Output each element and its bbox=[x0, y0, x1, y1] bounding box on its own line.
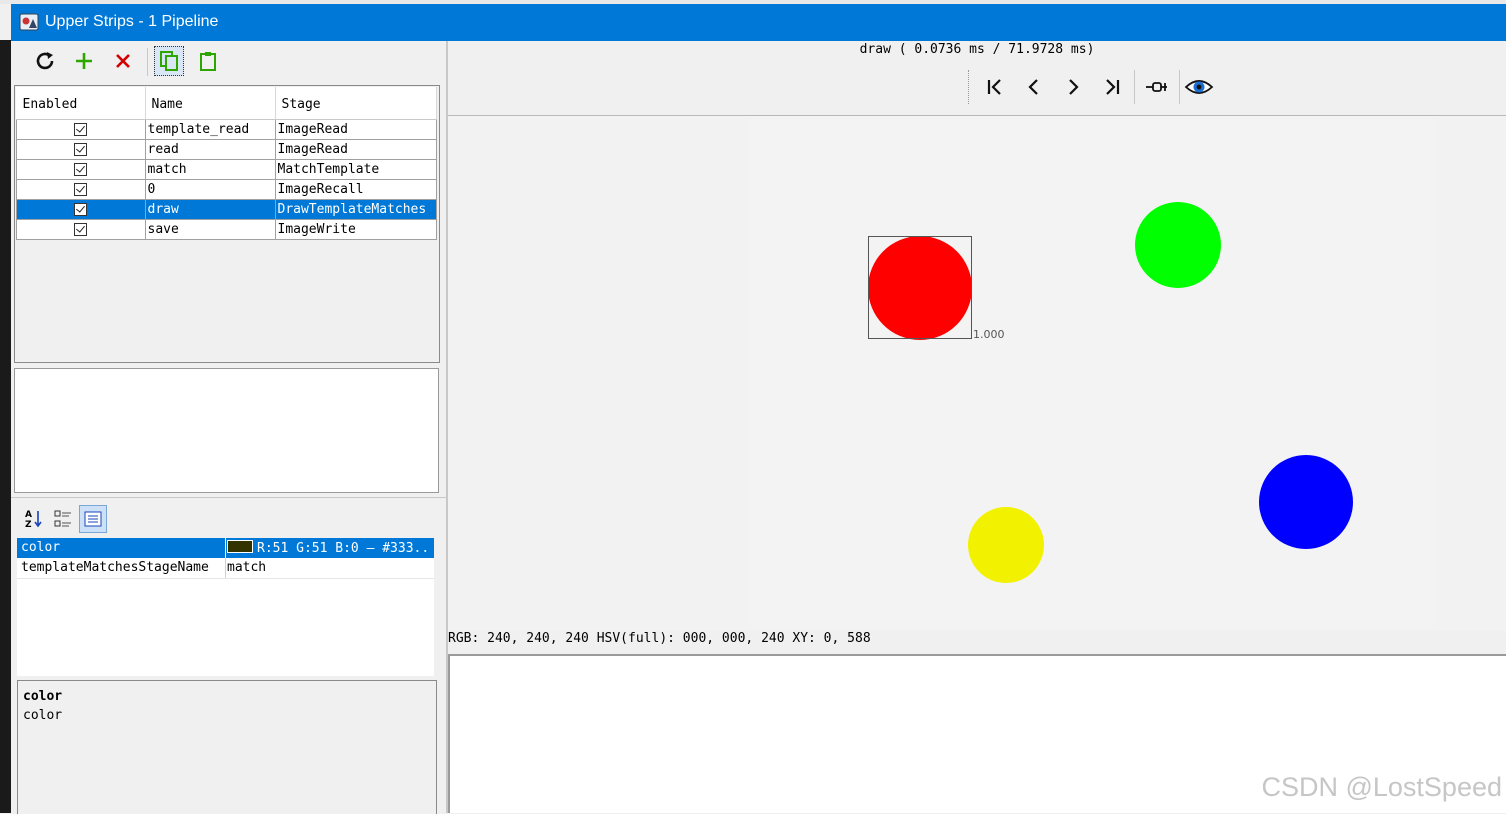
pipeline-row[interactable]: save ImageWrite bbox=[16, 219, 437, 240]
property-key: templateMatchesStageName bbox=[21, 560, 209, 575]
sort-alphabetical-icon[interactable]: A Z bbox=[19, 505, 47, 533]
pipeline-table: Enabled Name Stage template_read ImageRea… bbox=[14, 85, 440, 363]
property-row-color[interactable]: color R:51 G:51 B:0 – #333.. bbox=[17, 538, 434, 558]
property-value[interactable]: match bbox=[227, 560, 266, 575]
enabled-checkbox[interactable] bbox=[74, 123, 88, 136]
red-circle bbox=[868, 236, 972, 340]
stage-type-cell[interactable]: ImageRecall bbox=[274, 179, 437, 200]
match-score: 1.000 bbox=[973, 328, 1005, 341]
pipeline-toolbar bbox=[30, 46, 230, 78]
splitter[interactable] bbox=[11, 497, 446, 498]
enabled-cell bbox=[16, 139, 146, 160]
svg-text:Z: Z bbox=[25, 520, 32, 530]
enabled-cell bbox=[16, 179, 146, 200]
enabled-cell bbox=[16, 219, 146, 240]
pipeline-row[interactable]: draw DrawTemplateMatches bbox=[16, 199, 437, 220]
property-key: color bbox=[21, 540, 61, 555]
first-icon[interactable] bbox=[980, 72, 1010, 102]
pixel-info-status: RGB: 240, 240, 240 HSV(full): 000, 000, … bbox=[448, 631, 871, 646]
next-icon[interactable] bbox=[1058, 72, 1088, 102]
eye-icon[interactable] bbox=[1184, 72, 1214, 102]
color-swatch bbox=[227, 540, 253, 553]
enabled-checkbox[interactable] bbox=[74, 183, 88, 196]
properties-grid: color R:51 G:51 B:0 – #333.. templateMat… bbox=[17, 538, 434, 676]
stage-type-cell[interactable]: ImageRead bbox=[274, 119, 437, 140]
stage-name-cell[interactable]: match bbox=[144, 159, 276, 180]
last-icon[interactable] bbox=[1097, 72, 1127, 102]
stage-name-cell[interactable]: 0 bbox=[144, 179, 276, 200]
delete-icon[interactable] bbox=[108, 46, 138, 76]
column-header-name[interactable]: Name bbox=[145, 87, 276, 120]
stage-timing: draw ( 0.0736 ms / 71.9728 ms) bbox=[859, 42, 1095, 57]
yellow-circle bbox=[968, 507, 1044, 583]
column-header-stage[interactable]: Stage bbox=[275, 87, 437, 120]
properties-toolbar: A Z bbox=[17, 505, 437, 535]
log-pane bbox=[14, 368, 439, 493]
enabled-checkbox[interactable] bbox=[74, 163, 88, 176]
enabled-cell bbox=[16, 119, 146, 140]
enabled-checkbox[interactable] bbox=[74, 203, 88, 216]
result-image[interactable]: 1.000 bbox=[748, 116, 1436, 628]
enabled-cell bbox=[16, 159, 146, 180]
previous-icon[interactable] bbox=[1019, 72, 1049, 102]
property-value-text: R:51 G:51 B:0 – #333.. bbox=[257, 541, 430, 556]
property-value[interactable]: R:51 G:51 B:0 – #333.. bbox=[227, 540, 429, 556]
add-icon[interactable] bbox=[69, 46, 99, 76]
refresh-icon[interactable] bbox=[30, 46, 60, 76]
blue-circle bbox=[1259, 455, 1353, 549]
title-bar[interactable]: Upper Strips - 1 Pipeline bbox=[11, 4, 1506, 41]
background-app-edge bbox=[0, 40, 11, 813]
property-pages-icon[interactable] bbox=[79, 505, 107, 533]
green-circle bbox=[1135, 202, 1221, 288]
toolbar-separator bbox=[147, 48, 148, 76]
stage-type-cell[interactable]: ImageRead bbox=[274, 139, 437, 160]
stage-name-cell[interactable]: read bbox=[144, 139, 276, 160]
navigation-toolbar bbox=[968, 66, 1228, 106]
app-icon bbox=[19, 12, 39, 32]
enabled-cell bbox=[16, 199, 146, 220]
pipeline-row[interactable]: 0 ImageRecall bbox=[16, 179, 437, 200]
pin-icon[interactable] bbox=[1142, 72, 1172, 102]
stage-type-cell[interactable]: MatchTemplate bbox=[274, 159, 437, 180]
enabled-checkbox[interactable] bbox=[74, 143, 88, 156]
pipeline-row[interactable]: match MatchTemplate bbox=[16, 159, 437, 180]
copy-icon[interactable] bbox=[154, 46, 184, 76]
enabled-checkbox[interactable] bbox=[74, 223, 88, 236]
stage-type-cell[interactable]: ImageWrite bbox=[274, 219, 437, 240]
description-text: color bbox=[23, 708, 63, 723]
categorized-icon[interactable] bbox=[49, 505, 77, 533]
description-title: color bbox=[23, 689, 63, 704]
paste-icon[interactable] bbox=[193, 46, 223, 76]
svg-text:A: A bbox=[25, 510, 32, 520]
pipeline-row[interactable]: template_read ImageRead bbox=[16, 119, 437, 140]
watermark: CSDN @LostSpeed bbox=[1261, 772, 1502, 802]
property-row-template-matches-stage-name[interactable]: templateMatchesStageName match bbox=[17, 558, 434, 579]
stage-type-cell[interactable]: DrawTemplateMatches bbox=[274, 199, 437, 220]
property-description: color color bbox=[17, 680, 437, 814]
stage-name-cell[interactable]: save bbox=[144, 219, 276, 240]
window-title: Upper Strips - 1 Pipeline bbox=[45, 13, 219, 30]
column-header-enabled[interactable]: Enabled bbox=[16, 87, 146, 120]
stage-name-cell[interactable]: draw bbox=[144, 199, 276, 220]
stage-name-cell[interactable]: template_read bbox=[144, 119, 276, 140]
pipeline-row[interactable]: read ImageRead bbox=[16, 139, 437, 160]
